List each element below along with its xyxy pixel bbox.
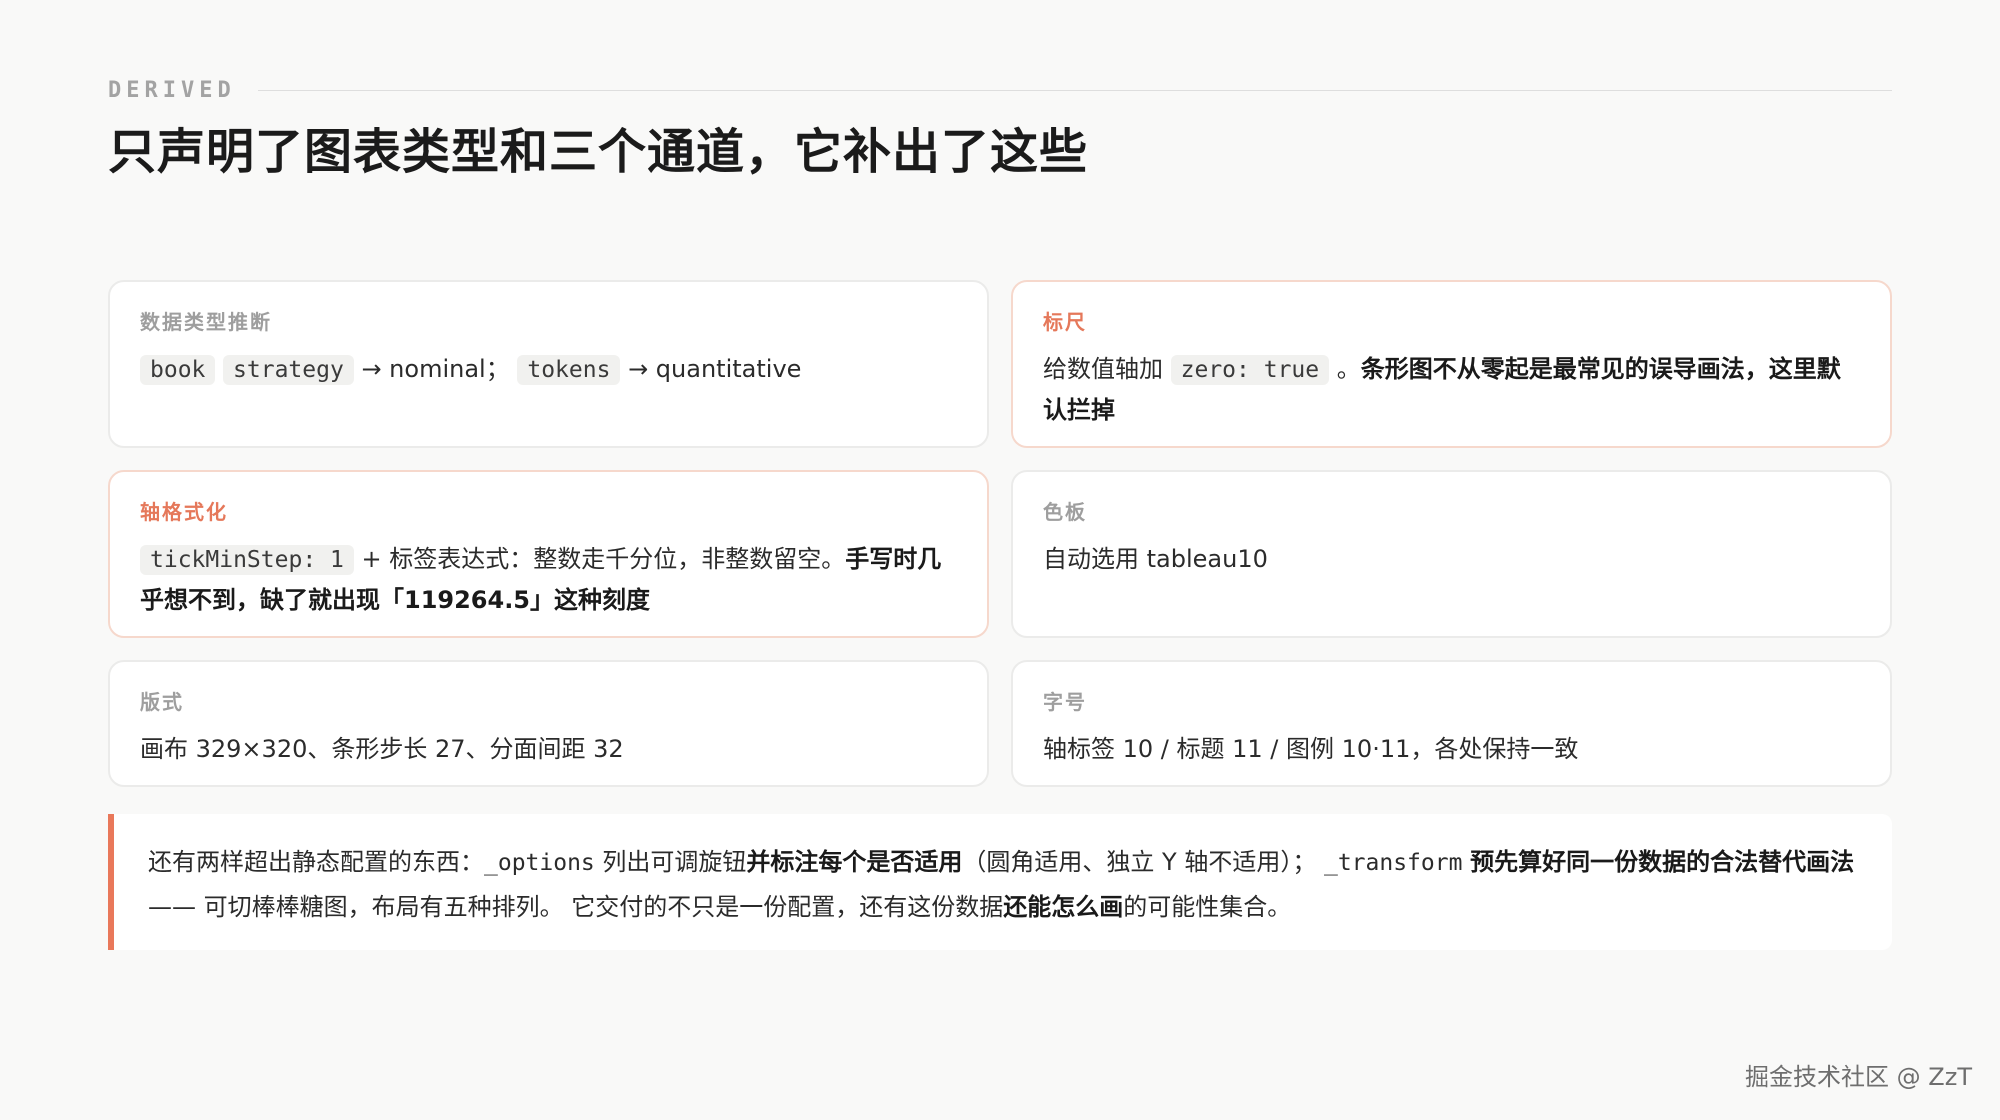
eyebrow-label: DERIVED	[108, 77, 236, 103]
card-axis-format: 轴格式化 tickMinStep: 1 + 标签表达式：整数走千分位，非整数留空…	[108, 470, 989, 638]
code-tick-min-step: tickMinStep: 1	[140, 545, 354, 575]
summary-callout: 还有两样超出静态配置的东西：_options 列出可调旋钮并标注每个是否适用（圆…	[108, 814, 1892, 950]
body-text: 给数值轴加	[1043, 355, 1171, 383]
note-text: 列出可调旋钮	[594, 848, 747, 876]
card-body: 给数值轴加 zero: true 。条形图不从零起是最常见的误导画法，这里默认拦…	[1043, 349, 1860, 430]
card-body: 轴标签 10 / 标题 11 / 图例 10·11，各处保持一致	[1043, 735, 1579, 763]
body-text: + 标签表达式：整数走千分位，非整数留空。	[353, 545, 846, 573]
page-title: 只声明了图表类型和三个通道，它补出了这些	[108, 124, 1089, 180]
code-book: book	[140, 355, 216, 385]
code-transform: _transform	[1323, 850, 1463, 876]
card-body: 自动选用 tableau10	[1043, 545, 1268, 573]
card-label: 字号	[1043, 690, 1087, 714]
note-text	[1462, 848, 1470, 876]
card-label: 版式	[140, 690, 184, 714]
card-layout: 版式 画布 329×320、条形步长 27、分面间距 32	[108, 660, 989, 787]
slide: DERIVED 只声明了图表类型和三个通道，它补出了这些 数据类型推断 book…	[0, 0, 2000, 1120]
code-strategy: strategy	[223, 355, 354, 385]
code-options: _options	[484, 850, 595, 876]
note-strong: 并标注每个是否适用	[746, 848, 963, 876]
card-font-size: 字号 轴标签 10 / 标题 11 / 图例 10·11，各处保持一致	[1011, 660, 1892, 787]
body-text: 。	[1329, 355, 1361, 383]
note-text: 的可能性集合。	[1123, 893, 1292, 921]
card-body: book strategy → nominal； tokens → quanti…	[140, 349, 957, 390]
body-text: → nominal；	[353, 355, 518, 383]
derived-cards-grid: 数据类型推断 book strategy → nominal； tokens →…	[108, 280, 1892, 787]
note-strong: 预先算好同一份数据的合法替代画法	[1470, 848, 1855, 876]
note-strong: 还能怎么画	[1003, 893, 1124, 921]
card-palette: 色板 自动选用 tableau10	[1011, 470, 1892, 638]
eyebrow-row: DERIVED	[108, 74, 1892, 106]
card-scale: 标尺 给数值轴加 zero: true 。条形图不从零起是最常见的误导画法，这里…	[1011, 280, 1892, 448]
code-zero-true: zero: true	[1170, 355, 1330, 385]
card-label: 标尺	[1043, 310, 1087, 334]
card-body: tickMinStep: 1 + 标签表达式：整数走千分位，非整数留空。手写时几…	[140, 539, 957, 620]
card-body: 画布 329×320、条形步长 27、分面间距 32	[140, 735, 624, 763]
card-label: 轴格式化	[140, 500, 228, 524]
code-tokens: tokens	[517, 355, 621, 385]
note-text: （圆角适用、独立 Y 轴不适用）；	[962, 848, 1324, 876]
card-label: 色板	[1043, 500, 1087, 524]
card-label: 数据类型推断	[140, 310, 272, 334]
note-text: —— 可切棒棒糖图，布局有五种排列。 它交付的不只是一份配置，还有这份数据	[148, 893, 1004, 921]
body-text: → quantitative	[620, 355, 802, 383]
watermark: 掘金技术社区 @ ZzT	[1745, 1063, 1972, 1091]
card-data-types: 数据类型推断 book strategy → nominal； tokens →…	[108, 280, 989, 448]
note-text: 还有两样超出静态配置的东西：	[148, 848, 484, 876]
eyebrow-divider	[257, 89, 1892, 91]
